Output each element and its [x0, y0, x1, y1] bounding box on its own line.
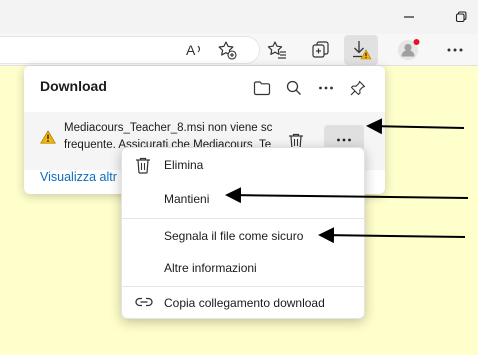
downloads-icon — [353, 41, 372, 60]
browser-toolbar: A — [0, 34, 478, 66]
menu-item-report-safe-label: Segnala il file come sicuro — [164, 229, 304, 243]
restore-button[interactable] — [438, 0, 478, 34]
downloads-options-button[interactable] — [312, 74, 340, 102]
menu-item-copy-link-label: Copia collegamento download — [164, 296, 325, 310]
link-icon — [135, 297, 153, 307]
downloads-title: Download — [40, 78, 107, 94]
collections-button[interactable] — [306, 35, 336, 65]
open-folder-button[interactable] — [248, 74, 276, 102]
more-icon — [319, 86, 333, 90]
svg-text:A: A — [186, 42, 196, 58]
downloads-button[interactable] — [344, 35, 378, 65]
profile-button[interactable] — [394, 35, 424, 65]
add-favorite-button[interactable] — [212, 35, 242, 65]
folder-icon — [253, 81, 271, 96]
favorites-button[interactable] — [262, 35, 292, 65]
collections-icon — [312, 41, 329, 58]
view-more-link[interactable]: Visualizza altr — [40, 170, 117, 184]
pin-icon — [350, 80, 366, 96]
menu-item-keep-label: Mantieni — [164, 192, 210, 206]
minimize-icon — [404, 16, 414, 18]
menu-item-report-safe[interactable]: Segnala il file come sicuro — [122, 223, 366, 249]
restore-icon — [455, 11, 467, 23]
menu-item-copy-link[interactable]: Copia collegamento download — [122, 290, 366, 316]
menu-item-keep[interactable]: Mantieni — [122, 186, 366, 212]
favorites-icon — [267, 41, 286, 59]
read-aloud-icon: A — [186, 42, 201, 58]
warning-icon — [40, 130, 56, 144]
more-icon — [337, 138, 351, 142]
more-button[interactable] — [440, 35, 470, 65]
profile-avatar — [398, 39, 420, 60]
title-bar — [0, 0, 478, 34]
download-item-line-1: Mediacours_Teacher_8.msi non viene sc — [64, 122, 272, 134]
menu-item-delete-label: Elimina — [164, 158, 204, 172]
download-context-menu: Elimina Mantieni Segnala il file come si… — [121, 147, 366, 319]
read-aloud-button[interactable]: A — [180, 35, 210, 65]
menu-divider — [122, 286, 366, 287]
add-favorite-icon — [218, 41, 237, 60]
more-icon — [447, 48, 463, 52]
menu-item-delete[interactable]: Elimina — [122, 152, 366, 178]
minimize-button[interactable] — [386, 0, 432, 34]
pin-button[interactable] — [344, 74, 372, 102]
menu-item-more-info[interactable]: Altre informazioni — [122, 255, 366, 281]
menu-item-more-info-label: Altre informazioni — [164, 261, 257, 275]
menu-divider — [122, 218, 366, 219]
search-downloads-button[interactable] — [280, 74, 308, 102]
search-icon — [286, 80, 301, 95]
trash-icon — [136, 157, 150, 174]
